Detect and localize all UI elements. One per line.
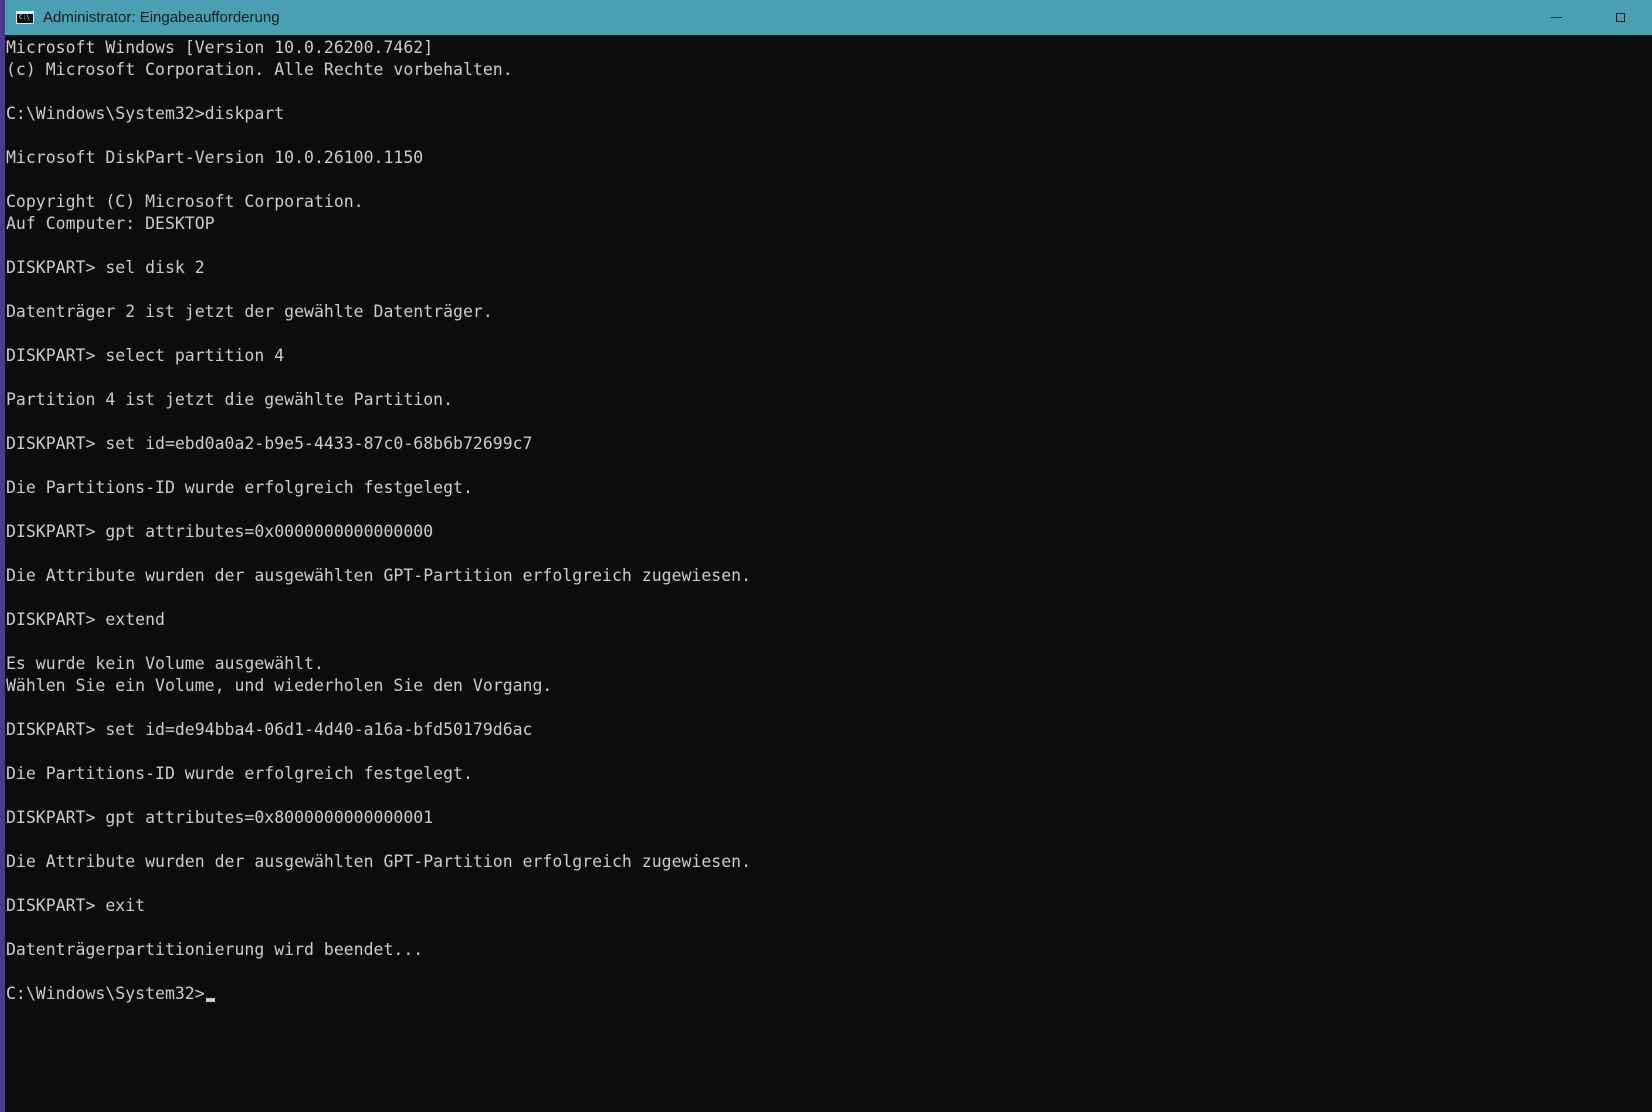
console-line: DISKPART> select partition 4 bbox=[6, 346, 285, 365]
prompt-line[interactable]: C:\Windows\System32> bbox=[6, 983, 1646, 1005]
text-cursor bbox=[205, 998, 215, 1002]
console-line: DISKPART> gpt attributes=0x8000000000000… bbox=[6, 808, 434, 827]
maximize-button[interactable] bbox=[1588, 0, 1652, 35]
console-line: DISKPART> gpt attributes=0x0000000000000… bbox=[6, 522, 434, 541]
console-line: DISKPART> extend bbox=[6, 610, 165, 629]
console-line: Microsoft Windows [Version 10.0.26200.74… bbox=[6, 38, 434, 57]
console-line: Die Partitions-ID wurde erfolgreich fest… bbox=[6, 478, 473, 497]
console-output[interactable]: Microsoft Windows [Version 10.0.26200.74… bbox=[6, 35, 1646, 1112]
window-controls bbox=[1524, 0, 1652, 35]
minimize-icon bbox=[1550, 17, 1562, 18]
window-title: Administrator: Eingabeaufforderung bbox=[43, 9, 280, 26]
console-line: Auf Computer: DESKTOP bbox=[6, 214, 215, 233]
console-line: Die Partitions-ID wurde erfolgreich fest… bbox=[6, 764, 473, 783]
title-bar[interactable]: C:\ Administrator: Eingabeaufforderung bbox=[5, 0, 1652, 35]
console-line: Microsoft DiskPart-Version 10.0.26100.11… bbox=[6, 148, 424, 167]
console-line: DISKPART> exit bbox=[6, 896, 146, 915]
console-window: C:\ Administrator: Eingabeaufforderung M… bbox=[0, 0, 1652, 1112]
console-line: DISKPART> set id=ebd0a0a2-b9e5-4433-87c0… bbox=[6, 434, 533, 453]
console-line: Datenträgerpartitionierung wird beendet.… bbox=[6, 940, 424, 959]
minimize-button[interactable] bbox=[1524, 0, 1588, 35]
console-line: (c) Microsoft Corporation. Alle Rechte v… bbox=[6, 60, 513, 79]
console-line: Die Attribute wurden der ausgewählten GP… bbox=[6, 566, 752, 585]
console-line: Die Attribute wurden der ausgewählten GP… bbox=[6, 852, 752, 871]
cmd-icon: C:\ bbox=[16, 11, 34, 24]
console-line: Es wurde kein Volume ausgewählt. bbox=[6, 654, 324, 673]
console-line: C:\Windows\System32>diskpart bbox=[6, 104, 285, 123]
console-line: DISKPART> set id=de94bba4-06d1-4d40-a16a… bbox=[6, 720, 533, 739]
console-line: Datenträger 2 ist jetzt der gewählte Dat… bbox=[6, 302, 493, 321]
console-line: Wählen Sie ein Volume, und wiederholen S… bbox=[6, 676, 553, 695]
cmd-icon-text: C:\ bbox=[19, 14, 30, 21]
console-line: Copyright (C) Microsoft Corporation. bbox=[6, 192, 364, 211]
maximize-icon bbox=[1615, 13, 1625, 22]
console-line: Partition 4 ist jetzt die gewählte Parti… bbox=[6, 390, 454, 409]
prompt-text: C:\Windows\System32> bbox=[6, 984, 205, 1003]
console-line: DISKPART> sel disk 2 bbox=[6, 258, 205, 277]
